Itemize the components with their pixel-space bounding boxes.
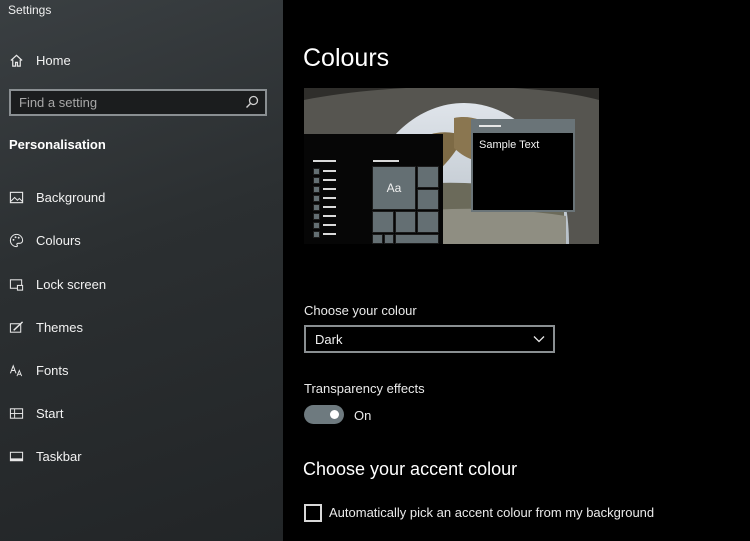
start-icon (8, 405, 24, 421)
palette-icon (8, 232, 24, 248)
preview-start-menu: Aa (304, 134, 443, 244)
sidebar-item-home[interactable]: Home (0, 43, 283, 77)
colour-mode-dropdown[interactable]: Dark (304, 325, 555, 353)
sidebar-item-fonts[interactable]: Fonts (0, 353, 283, 387)
sidebar-item-background[interactable]: Background (0, 180, 283, 214)
home-icon (8, 52, 24, 68)
sidebar-item-label: Colours (36, 232, 81, 248)
fonts-icon (8, 362, 24, 378)
toggle-knob (330, 410, 339, 419)
sidebar-item-themes[interactable]: Themes (0, 310, 283, 344)
sidebar-item-label: Lock screen (36, 276, 107, 292)
search-box[interactable] (9, 89, 267, 116)
preview-tile-aa: Aa (372, 166, 416, 210)
chevron-down-icon (533, 336, 545, 343)
theme-preview: Aa Sample Text (304, 88, 599, 244)
transparency-state: On (354, 408, 372, 423)
sidebar-item-lock-screen[interactable]: Lock screen (0, 267, 283, 301)
sidebar-item-label: Themes (36, 319, 83, 335)
preview-sample-window: Sample Text (471, 119, 575, 212)
auto-accent-label: Automatically pick an accent colour from… (329, 505, 655, 520)
choose-colour-label: Choose your colour (304, 303, 417, 318)
sidebar-item-taskbar[interactable]: Taskbar (0, 439, 283, 473)
accent-colour-heading: Choose your accent colour (303, 459, 518, 479)
main-content: Colours Aa Sample Text Choose your colou… (283, 0, 750, 541)
themes-icon (8, 319, 24, 335)
auto-accent-checkbox[interactable] (304, 504, 322, 522)
page-title: Colours (303, 44, 390, 72)
sidebar-item-label: Background (36, 189, 106, 205)
lock-screen-icon (8, 276, 24, 292)
sidebar-item-label: Fonts (36, 362, 69, 378)
sidebar-item-start[interactable]: Start (0, 396, 283, 430)
sidebar-item-label: Taskbar (36, 448, 82, 464)
section-title: Personalisation (9, 137, 106, 152)
transparency-toggle[interactable] (304, 405, 344, 424)
image-icon (8, 189, 24, 205)
preview-sample-text: Sample Text (479, 139, 540, 151)
transparency-label: Transparency effects (304, 381, 425, 396)
sidebar-item-label: Start (36, 405, 64, 421)
sidebar: Settings Home Personalisation Background… (0, 0, 283, 541)
colour-mode-value: Dark (315, 331, 343, 347)
search-icon[interactable] (245, 95, 259, 109)
sidebar-item-label: Home (36, 52, 71, 68)
window-title: Settings (8, 3, 52, 17)
sidebar-item-colours[interactable]: Colours (0, 223, 283, 257)
search-input[interactable] (19, 95, 239, 110)
taskbar-icon (8, 448, 24, 464)
